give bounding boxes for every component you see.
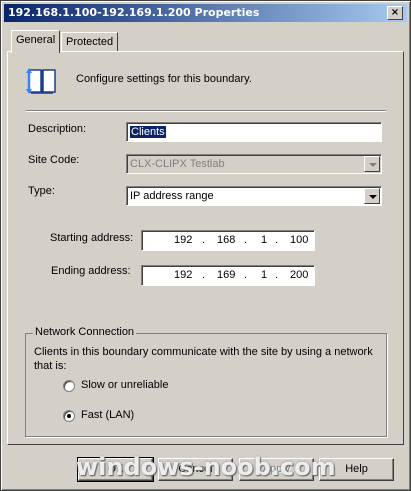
site-code-dropdown-button[interactable] [364, 156, 380, 172]
ip-octet: 200 [290, 269, 309, 281]
tab-general[interactable]: General [11, 30, 61, 53]
starting-address-label: Starting address: [50, 232, 134, 244]
type-label: Type: [28, 185, 55, 197]
help-button[interactable]: Help [319, 458, 394, 481]
ip-dot: . [244, 269, 248, 281]
ip-dot: . [202, 234, 206, 246]
header-text: Configure settings for this boundary. [76, 73, 252, 85]
ip-dot: . [244, 234, 248, 246]
radio-slow-label[interactable]: Slow or unreliable [81, 379, 168, 391]
ip-octet: 192 [174, 234, 193, 246]
ip-octet: 168 [217, 234, 236, 246]
general-tab-panel: Configure settings for this boundary. De… [7, 51, 404, 445]
window-title: 192.168.1.100-192.169.1.200 Properties [8, 6, 260, 19]
type-value: IP address range [130, 190, 214, 202]
network-description: Clients in this boundary communicate wit… [34, 346, 373, 372]
cancel-button[interactable]: Cancel [158, 458, 233, 481]
radio-fast-lan-label[interactable]: Fast (LAN) [81, 409, 134, 421]
radio-slow[interactable] [63, 380, 75, 392]
chevron-down-icon [369, 163, 377, 167]
header-divider [26, 110, 386, 112]
ip-octet: 192 [174, 269, 193, 281]
chevron-down-icon [369, 195, 377, 199]
book-icon [26, 68, 56, 94]
tab-protected[interactable]: Protected [61, 32, 119, 52]
close-button[interactable]: × [387, 6, 403, 20]
starting-address-input[interactable]: 192 . 168 . 1 . 100 [141, 230, 315, 251]
network-connection-group: Network Connection Clients in this bound… [25, 326, 387, 437]
ending-address-input[interactable]: 192 . 169 . 1 . 200 [141, 265, 315, 286]
tab-general-label: General [16, 34, 56, 46]
description-input[interactable]: Clients [126, 122, 382, 142]
type-dropdown-button[interactable] [364, 188, 380, 204]
description-label: Description: [28, 123, 87, 135]
title-bar[interactable]: 192.168.1.100-192.169.1.200 Properties × [4, 4, 407, 22]
ip-dot: . [275, 269, 279, 281]
site-code-select[interactable]: CLX-CLIPX Testlab [126, 154, 382, 174]
site-code-value: CLX-CLIPX Testlab [130, 158, 225, 170]
apply-button[interactable]: Apply [239, 458, 314, 481]
description-value: Clients [130, 126, 166, 138]
tab-protected-label: Protected [66, 36, 114, 48]
ending-address-label: Ending address: [51, 265, 131, 277]
properties-dialog: 192.168.1.100-192.169.1.200 Properties ×… [0, 0, 411, 491]
network-connection-title: Network Connection [33, 326, 137, 338]
ok-button[interactable]: OK [77, 457, 154, 482]
ip-octet: 169 [217, 269, 236, 281]
ip-dot: . [202, 269, 206, 281]
radio-fast-lan[interactable] [63, 410, 75, 422]
ip-octet: 100 [290, 234, 309, 246]
type-select[interactable]: IP address range [126, 186, 382, 206]
close-icon: × [390, 7, 400, 18]
ip-octet: 1 [261, 234, 268, 246]
ip-dot: . [275, 234, 279, 246]
site-code-label: Site Code: [28, 154, 80, 166]
ip-octet: 1 [261, 269, 268, 281]
